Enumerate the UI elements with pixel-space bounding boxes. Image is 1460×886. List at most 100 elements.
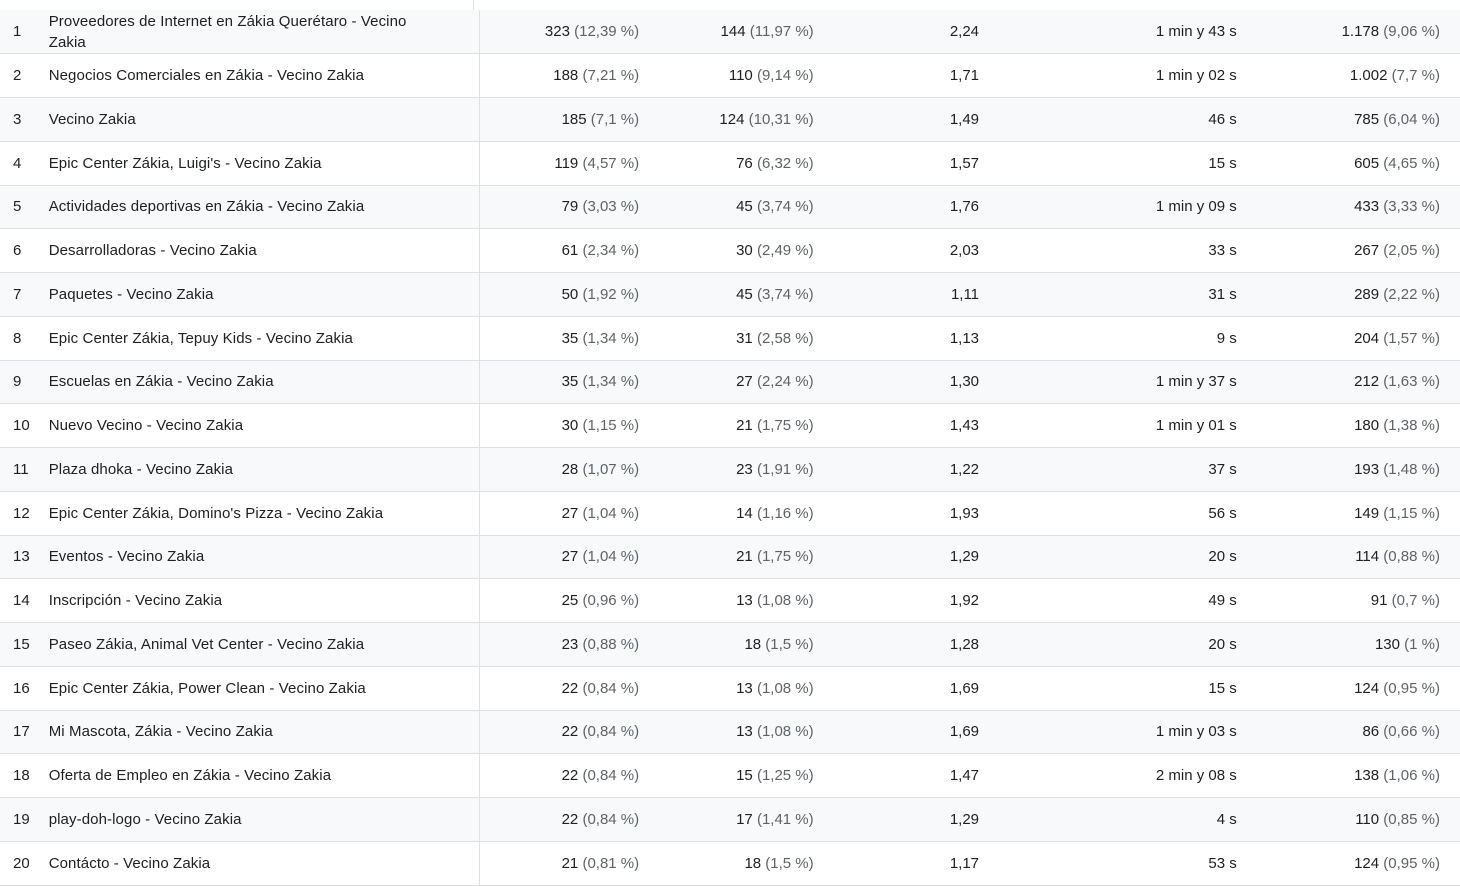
table-row[interactable]: 3 Vecino Zakia 185 (7,1 %) 124 (10,31 %)… <box>0 97 1460 142</box>
table-row[interactable]: 20 Contácto - Vecino Zakia 21 (0,81 %) 1… <box>0 841 1460 885</box>
page-title-cell[interactable]: Negocios Comerciales en Zákia - Vecino Z… <box>48 53 481 98</box>
table-row[interactable]: 16 Epic Center Zákia, Power Clean - Veci… <box>0 666 1460 710</box>
page-title-cell[interactable]: play-doh-logo - Vecino Zakia <box>48 797 481 842</box>
event-count-cell: 138 (1,06 %) <box>1237 754 1460 798</box>
event-count-cell: 267 (2,05 %) <box>1237 229 1460 273</box>
table-row[interactable]: 1 Proveedores de Internet en Zákia Queré… <box>0 10 1460 54</box>
events-percent: (2,05 %) <box>1383 242 1440 260</box>
page-title-cell[interactable]: Nuevo Vecino - Vecino Zakia <box>48 403 481 448</box>
users-percent: (1,91 %) <box>756 460 814 478</box>
page-title-cell[interactable]: Desarrolladoras - Vecino Zakia <box>48 228 481 273</box>
table-row[interactable]: 13 Eventos - Vecino Zakia 27 (1,04 %) 21… <box>0 535 1460 579</box>
page-title-cell[interactable]: Escuelas en Zákia - Vecino Zakia <box>48 360 481 404</box>
page-title-cell[interactable]: Inscripción - Vecino Zakia <box>48 578 481 623</box>
row-number: 11 <box>13 460 29 478</box>
pages-report-table: 1 Proveedores de Internet en Zákia Queré… <box>0 10 1460 886</box>
row-number: 10 <box>13 417 30 435</box>
events-percent: (2,22 %) <box>1383 285 1440 303</box>
table-row[interactable]: 19 play-doh-logo - Vecino Zakia 22 (0,84… <box>0 797 1460 842</box>
page-title-cell[interactable]: Epic Center Zákia, Domino's Pizza - Veci… <box>48 491 481 535</box>
views-per-user-cell: 2,24 <box>949 23 980 41</box>
page-title-cell[interactable]: Actividades deportivas en Zákia - Vecino… <box>48 185 481 229</box>
views-value: 22 <box>561 723 579 741</box>
table-row[interactable]: 5 Actividades deportivas en Zákia - Veci… <box>0 185 1460 229</box>
users-value: 45 <box>736 198 753 216</box>
views-percent: (1,92 %) <box>582 285 640 303</box>
page-title-cell[interactable]: Vecino Zakia <box>48 97 481 142</box>
views-cell: 22 (0,84 %) <box>480 710 640 754</box>
events-value: 130 <box>1374 635 1400 653</box>
events-percent: (1,38 %) <box>1383 417 1440 435</box>
row-number: 8 <box>13 329 22 347</box>
users-cell: 144 (11,97 %) <box>639 10 814 54</box>
events-value: 289 <box>1354 285 1380 303</box>
users-percent: (1,5 %) <box>765 635 814 653</box>
event-count-cell: 785 (6,04 %) <box>1237 98 1460 142</box>
event-count-cell: 212 (1,63 %) <box>1237 360 1460 404</box>
events-percent: (1,48 %) <box>1383 460 1440 478</box>
events-percent: (1,06 %) <box>1383 767 1440 785</box>
page-title-cell[interactable]: Paseo Zákia, Animal Vet Center - Vecino … <box>48 622 481 667</box>
users-value: 13 <box>736 592 753 610</box>
users-percent: (1,25 %) <box>756 767 814 785</box>
users-cell: 45 (3,74 %) <box>639 185 814 229</box>
users-cell: 14 (1,16 %) <box>639 491 814 535</box>
table-row[interactable]: 15 Paseo Zákia, Animal Vet Center - Veci… <box>0 622 1460 667</box>
table-row[interactable]: 6 Desarrolladoras - Vecino Zakia 61 (2,3… <box>0 228 1460 273</box>
events-value: 110 <box>1355 810 1380 828</box>
views-percent: (7,21 %) <box>582 67 640 85</box>
row-number: 5 <box>13 198 22 216</box>
page-title-cell[interactable]: Plaza dhoka - Vecino Zakia <box>48 447 481 492</box>
table-row[interactable]: 10 Nuevo Vecino - Vecino Zakia 30 (1,15 … <box>0 403 1460 448</box>
column-divider <box>473 0 474 10</box>
views-percent: (2,34 %) <box>582 242 640 260</box>
row-number: 14 <box>13 592 30 610</box>
table-row[interactable]: 2 Negocios Comerciales en Zákia - Vecino… <box>0 53 1460 98</box>
events-value: 785 <box>1354 110 1380 128</box>
table-row[interactable]: 7 Paquetes - Vecino Zakia 50 (1,92 %) 45… <box>0 272 1460 317</box>
engagement-time-cell: 1 min y 43 s <box>1155 23 1237 41</box>
users-percent: (1,75 %) <box>756 548 814 566</box>
table-row[interactable]: 4 Epic Center Zákia, Luigi's - Vecino Za… <box>0 141 1460 185</box>
page-title-cell[interactable]: Proveedores de Internet en Zákia Queréta… <box>48 10 481 54</box>
views-per-user-cell: 1,69 <box>949 679 980 697</box>
page-title-cell[interactable]: Epic Center Zákia, Power Clean - Vecino … <box>48 666 481 710</box>
users-percent: (2,49 %) <box>756 242 814 260</box>
users-percent: (9,14 %) <box>756 67 814 85</box>
views-percent: (1,04 %) <box>582 504 640 522</box>
page-title-cell[interactable]: Eventos - Vecino Zakia <box>48 535 481 579</box>
views-cell: 25 (0,96 %) <box>480 579 640 623</box>
engagement-time-cell: 1 min y 02 s <box>1155 67 1237 85</box>
users-percent: (3,74 %) <box>756 285 814 303</box>
users-cell: 76 (6,32 %) <box>639 141 814 185</box>
views-value: 22 <box>561 810 579 828</box>
table-row[interactable]: 18 Oferta de Empleo en Zákia - Vecino Za… <box>0 753 1460 798</box>
views-per-user-cell: 1,13 <box>949 329 980 347</box>
table-row[interactable]: 9 Escuelas en Zákia - Vecino Zakia 35 (1… <box>0 360 1460 404</box>
page-title-cell[interactable]: Contácto - Vecino Zakia <box>48 841 481 885</box>
page-title-cell[interactable]: Epic Center Zákia, Luigi's - Vecino Zaki… <box>48 141 481 185</box>
users-value: 13 <box>736 679 753 697</box>
views-percent: (0,84 %) <box>582 679 640 697</box>
users-percent: (10,31 %) <box>748 110 814 128</box>
views-value: 61 <box>561 242 579 260</box>
page-title-cell[interactable]: Paquetes - Vecino Zakia <box>48 272 481 317</box>
table-row[interactable]: 11 Plaza dhoka - Vecino Zakia 28 (1,07 %… <box>0 447 1460 492</box>
views-value: 188 <box>553 67 579 85</box>
event-count-cell: 149 (1,15 %) <box>1237 491 1460 535</box>
users-value: 18 <box>744 635 762 653</box>
views-value: 22 <box>561 679 579 697</box>
users-value: 21 <box>736 548 753 566</box>
table-row[interactable]: 12 Epic Center Zákia, Domino's Pizza - V… <box>0 491 1460 535</box>
table-row[interactable]: 8 Epic Center Zákia, Tepuy Kids - Vecino… <box>0 316 1460 360</box>
page-title-cell[interactable]: Mi Mascota, Zákia - Vecino Zakia <box>48 710 481 754</box>
engagement-time-cell: 1 min y 37 s <box>1155 373 1237 391</box>
views-percent: (0,88 %) <box>582 635 640 653</box>
users-cell: 31 (2,58 %) <box>639 316 814 360</box>
page-title-cell[interactable]: Epic Center Zákia, Tepuy Kids - Vecino Z… <box>48 316 481 360</box>
table-row[interactable]: 14 Inscripción - Vecino Zakia 25 (0,96 %… <box>0 578 1460 623</box>
page-title-cell[interactable]: Oferta de Empleo en Zákia - Vecino Zakia <box>48 753 481 798</box>
users-value: 21 <box>736 417 753 435</box>
users-percent: (11,97 %) <box>749 23 814 41</box>
table-row[interactable]: 17 Mi Mascota, Zákia - Vecino Zakia 22 (… <box>0 710 1460 754</box>
